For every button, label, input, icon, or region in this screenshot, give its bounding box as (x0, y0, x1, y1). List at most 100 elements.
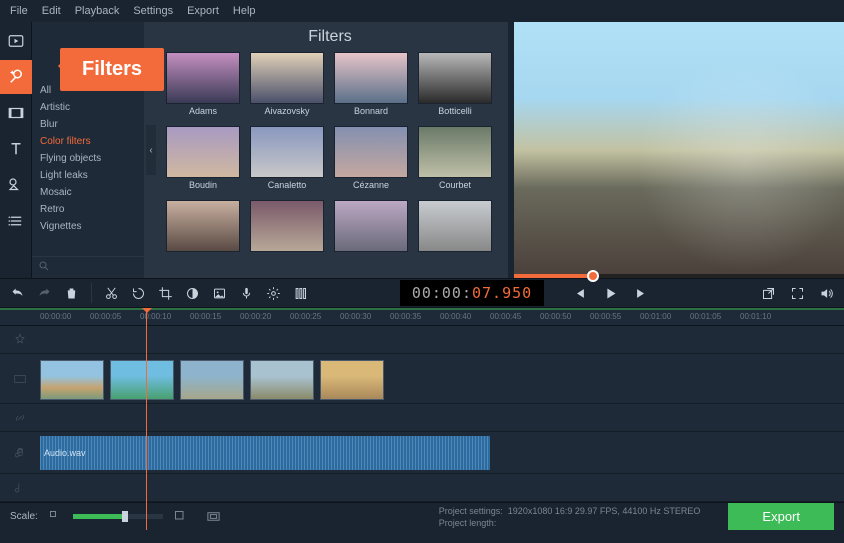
cat-color-filters[interactable]: Color filters (32, 133, 144, 150)
prev-icon[interactable] (572, 286, 587, 301)
ruler-tick: 00:00:00 (40, 310, 90, 325)
fit-icon[interactable] (206, 509, 221, 524)
popout-icon[interactable] (761, 286, 776, 301)
collapse-panel[interactable]: ‹ (146, 125, 156, 175)
panel-title: Filters (166, 28, 494, 46)
timecode: 00:00:07.950 (400, 280, 544, 306)
zoom-in-icon[interactable] (173, 509, 188, 524)
menu-export[interactable]: Export (187, 5, 219, 17)
video-track[interactable] (0, 354, 844, 404)
clip-1[interactable] (40, 360, 104, 400)
cat-light-leaks[interactable]: Light leaks (32, 167, 144, 184)
filter-label: Adams (189, 106, 217, 116)
filter-thumb[interactable]: Aivazovsky (250, 52, 324, 122)
clip-2[interactable] (110, 360, 174, 400)
menu-file[interactable]: File (10, 5, 28, 17)
timeline-ruler[interactable]: 00:00:0000:00:0500:00:1000:00:1500:00:20… (0, 310, 844, 326)
filter-thumb[interactable]: Boudin (166, 126, 240, 196)
zoom-out-icon[interactable] (48, 509, 63, 524)
filter-thumb[interactable] (418, 200, 492, 270)
link-track[interactable] (0, 404, 844, 432)
filter-label: Canaletto (268, 180, 307, 190)
preview-progress[interactable] (514, 274, 844, 278)
ruler-tick: 00:00:20 (240, 310, 290, 325)
filters-panel: ‹ Filters Adams Aivazovsky BonnardBotticel… (144, 22, 508, 278)
menu-settings[interactable]: Settings (133, 5, 173, 17)
menu-playback[interactable]: Playback (75, 5, 120, 17)
ruler-tick: 00:00:45 (490, 310, 540, 325)
video-track-icon (6, 372, 34, 386)
scale-slider[interactable] (73, 514, 163, 519)
rotate-icon[interactable] (131, 286, 146, 301)
cat-blur[interactable]: Blur (32, 116, 144, 133)
audio-track-icon (6, 446, 34, 460)
export-button[interactable]: Export (728, 503, 834, 530)
redo-icon[interactable] (37, 286, 52, 301)
tracks: Audio.wav (0, 326, 844, 502)
filter-swatch (418, 52, 492, 104)
crop-icon[interactable] (158, 286, 173, 301)
cut-icon[interactable] (104, 286, 119, 301)
extra-track-icon (6, 481, 34, 495)
filter-thumb[interactable]: Bonnard (334, 52, 408, 122)
fx-track[interactable] (0, 326, 844, 354)
fullscreen-icon[interactable] (790, 286, 805, 301)
filter-swatch (334, 200, 408, 252)
clip-4[interactable] (250, 360, 314, 400)
category-search[interactable] (32, 256, 144, 278)
filter-thumb[interactable] (250, 200, 324, 270)
clip-3[interactable] (180, 360, 244, 400)
properties-icon[interactable] (293, 286, 308, 301)
filter-thumb[interactable]: Adams (166, 52, 240, 122)
filter-swatch (334, 52, 408, 104)
filter-label: Boudin (189, 180, 217, 190)
sidebar-transitions[interactable] (0, 96, 32, 130)
filter-label: Courbet (439, 180, 471, 190)
filter-swatch (250, 126, 324, 178)
filter-swatch (418, 200, 492, 252)
filter-thumb[interactable] (166, 200, 240, 270)
filter-thumb[interactable] (334, 200, 408, 270)
filter-thumb[interactable]: Botticelli (418, 52, 492, 122)
clip-5[interactable] (320, 360, 384, 400)
audio-clip[interactable]: Audio.wav (40, 436, 490, 470)
filter-swatch (250, 200, 324, 252)
callout-filters: Filters (60, 48, 164, 91)
extra-track[interactable] (0, 474, 844, 502)
sidebar-media[interactable] (0, 24, 32, 58)
cat-vignettes[interactable]: Vignettes (32, 218, 144, 235)
menu-edit[interactable]: Edit (42, 5, 61, 17)
fx-track-icon (6, 333, 34, 347)
next-icon[interactable] (634, 286, 649, 301)
cat-retro[interactable]: Retro (32, 201, 144, 218)
ruler-tick: 00:00:30 (340, 310, 390, 325)
sidebar-titles[interactable] (0, 132, 32, 166)
mic-icon[interactable] (239, 286, 254, 301)
cat-flying-objects[interactable]: Flying objects (32, 150, 144, 167)
filter-thumb[interactable]: Courbet (418, 126, 492, 196)
play-icon[interactable] (603, 286, 618, 301)
ruler-tick: 00:01:05 (690, 310, 740, 325)
volume-icon[interactable] (819, 286, 834, 301)
trash-icon[interactable] (64, 286, 79, 301)
picture-icon[interactable] (212, 286, 227, 301)
audio-track[interactable]: Audio.wav (0, 432, 844, 474)
sidebar-more[interactable] (0, 204, 32, 238)
footer: Scale: Project settings: 1920x1080 16:9 … (0, 502, 844, 530)
sidebar-filters[interactable] (0, 60, 32, 94)
gear-icon[interactable] (266, 286, 281, 301)
ruler-tick: 00:00:40 (440, 310, 490, 325)
sidebar-stickers[interactable] (0, 168, 32, 202)
menu-help[interactable]: Help (233, 5, 256, 17)
filter-swatch (166, 52, 240, 104)
filter-thumb[interactable]: Canaletto (250, 126, 324, 196)
link-track-icon (6, 411, 34, 425)
undo-icon[interactable] (10, 286, 25, 301)
playhead[interactable] (146, 310, 147, 530)
menubar: File Edit Playback Settings Export Help (0, 0, 844, 22)
filter-thumb[interactable]: Cézanne (334, 126, 408, 196)
color-adjust-icon[interactable] (185, 286, 200, 301)
cat-mosaic[interactable]: Mosaic (32, 184, 144, 201)
cat-artistic[interactable]: Artistic (32, 99, 144, 116)
filter-label: Aivazovsky (264, 106, 309, 116)
